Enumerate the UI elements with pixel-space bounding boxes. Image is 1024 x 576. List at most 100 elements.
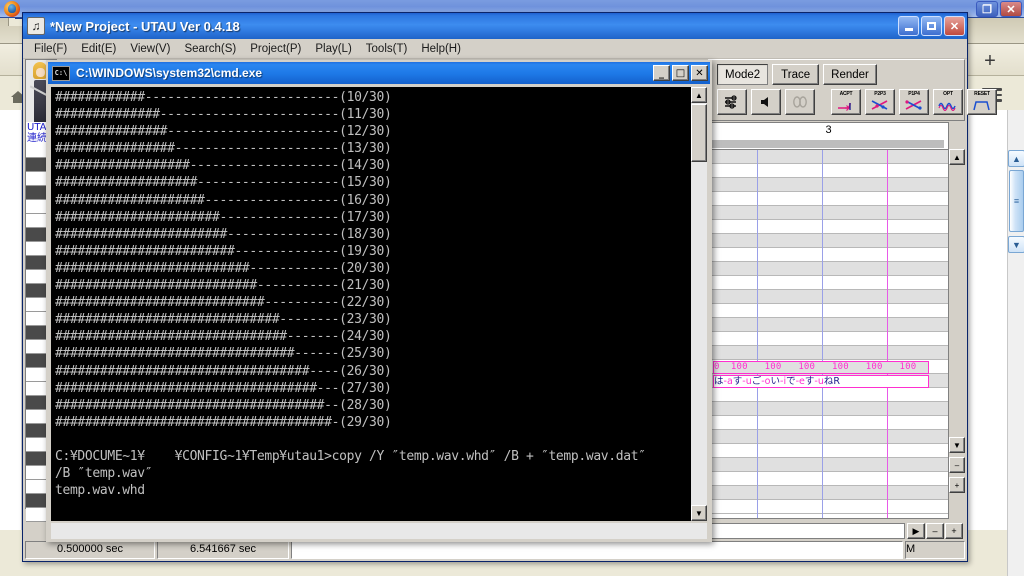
lyric-5: す <box>804 376 815 387</box>
measure-ruler[interactable]: 3 <box>708 122 949 139</box>
menu-help[interactable]: Help(H) <box>414 41 468 57</box>
utau-status-bar: 0.500000 sec 6.541667 sec M <box>25 541 965 559</box>
zoom-in-horizontal-button[interactable]: + <box>945 523 963 539</box>
utau-editor-panel: Mode2 Trace Render ACPT P2P3 P1P4 OPT RE… <box>708 59 997 561</box>
lyric-6: ね <box>823 376 834 387</box>
cmd-icon: C:\ <box>52 65 70 81</box>
ctrl-val-3: 100 <box>798 362 816 372</box>
cmd-close-button[interactable]: ✕ <box>691 65 708 81</box>
acpt-button[interactable]: ACPT <box>831 89 861 115</box>
cmd-window: C:\ C:\WINDOWS\system32\cmd.exe _ □ ✕ ##… <box>46 60 712 542</box>
browser-restore-button[interactable]: ❐ <box>976 1 998 17</box>
roll-scroll-right-button[interactable]: ▶ <box>907 523 925 539</box>
lyric-4: で <box>786 376 796 387</box>
tab-mode2[interactable]: Mode2 <box>717 64 769 85</box>
note-control-values[interactable]: 0 100 100 100 100 100 100 <box>713 361 929 374</box>
cmd-scroll-thumb[interactable] <box>691 104 707 162</box>
piano-roll-grid[interactable]: 0 100 100 100 100 100 100 は-aす-uご-oい-iで-… <box>708 149 949 519</box>
opt-button[interactable]: OPT <box>933 89 963 115</box>
editor-tool-buttons: ACPT P2P3 P1P4 OPT RESET <box>717 89 997 115</box>
new-tab-button[interactable]: + <box>980 51 1000 72</box>
menu-search[interactable]: Search(S) <box>177 41 243 57</box>
cmd-maximize-button[interactable]: □ <box>672 65 689 81</box>
lyric-2: ご <box>751 376 762 387</box>
lyric-1: す <box>732 376 743 387</box>
menu-view[interactable]: View(V) <box>123 41 177 57</box>
lyric-7: R <box>833 376 840 387</box>
roll-horizontal-scroll-track[interactable] <box>708 523 905 539</box>
utau-maximize-button[interactable] <box>921 16 942 36</box>
tab-trace[interactable]: Trace <box>772 64 820 85</box>
editor-toolbar: Mode2 Trace Render ACPT P2P3 P1P4 OPT RE… <box>708 59 997 121</box>
menu-play[interactable]: Play(L) <box>308 41 358 57</box>
utau-window-buttons: ✕ <box>898 16 965 36</box>
ctrl-val-1: 100 <box>730 362 748 372</box>
envelope-button[interactable] <box>717 89 747 115</box>
reset-button[interactable]: RESET <box>967 89 997 115</box>
zoom-out-vertical-button[interactable]: – <box>949 457 965 473</box>
roll-bottom-controls: ▶ – + <box>708 521 965 541</box>
vibrato-button[interactable] <box>785 89 815 115</box>
firefox-logo-icon <box>4 1 20 17</box>
p2p3-button-label: P2P3 <box>874 91 886 97</box>
p1p4-button[interactable]: P1P4 <box>899 89 929 115</box>
cmd-horizontal-scrollbar[interactable] <box>51 523 707 539</box>
utau-minimize-button[interactable] <box>898 16 919 36</box>
cmd-vertical-scrollbar[interactable]: ▲ ▼ <box>691 87 707 521</box>
ctrl-val-5: 100 <box>865 362 883 372</box>
cmd-console-output[interactable]: ############--------------------------(1… <box>51 87 691 521</box>
cmd-minimize-button[interactable]: _ <box>653 65 670 81</box>
utau-menu-bar: File(F) Edit(E) View(V) Search(S) Projec… <box>23 39 967 59</box>
grid-line <box>822 150 823 518</box>
ctrl-val-6: 100 <box>899 362 917 372</box>
menu-edit[interactable]: Edit(E) <box>74 41 123 57</box>
browser-scroll-down-button[interactable]: ▼ <box>1008 236 1024 253</box>
bar-line <box>887 150 888 518</box>
cmd-title-bar[interactable]: C:\ C:\WINDOWS\system32\cmd.exe _ □ ✕ <box>48 62 710 84</box>
grid-line <box>757 150 758 518</box>
browser-scroll-thumb[interactable]: ≡ <box>1009 170 1024 232</box>
lyric-suffix-0: -a <box>723 376 733 387</box>
menu-project[interactable]: Project(P) <box>243 41 308 57</box>
zoom-in-vertical-button[interactable]: + <box>949 477 965 493</box>
lyric-3: い <box>770 376 781 387</box>
browser-close-button[interactable]: ✕ <box>1000 1 1022 17</box>
screen-root: ft ft + Ar ❐ ✕ ▲ ≡ ▼ ♫ <box>0 0 1024 576</box>
roll-vertical-scrollbar[interactable]: ▲ ▼ – + <box>949 149 965 519</box>
status-message <box>291 541 903 559</box>
p2p3-button[interactable]: P2P3 <box>865 89 895 115</box>
opt-button-label: OPT <box>943 91 953 97</box>
browser-scroll-up-button[interactable]: ▲ <box>1008 150 1024 167</box>
lyric-suffix-2: -o <box>761 376 771 387</box>
utau-title-text: *New Project - UTAU Ver 0.4.18 <box>50 18 240 34</box>
note-lyrics-row[interactable]: は-aす-uご-oい-iで-eす-uねR <box>713 375 929 388</box>
ctrl-val-2: 100 <box>764 362 782 372</box>
p1p4-button-label: P1P4 <box>908 91 920 97</box>
music-note-icon: ♫ <box>27 17 45 35</box>
mute-speaker-button[interactable] <box>751 89 781 115</box>
tab-render[interactable]: Render <box>823 64 877 85</box>
status-position: 0.500000 sec <box>25 541 155 559</box>
utau-title-bar[interactable]: ♫ *New Project - UTAU Ver 0.4.18 ✕ <box>23 13 967 39</box>
browser-left-column <box>0 110 22 530</box>
browser-window-buttons: ❐ ✕ <box>976 1 1022 17</box>
cmd-window-buttons: _ □ ✕ <box>653 65 708 81</box>
menu-tools[interactable]: Tools(T) <box>359 41 415 57</box>
zoom-out-horizontal-button[interactable]: – <box>926 523 944 539</box>
browser-vertical-scrollbar[interactable]: ▲ ≡ ▼ <box>1007 110 1024 576</box>
roll-scroll-up-button[interactable]: ▲ <box>949 149 965 165</box>
menu-file[interactable]: File(F) <box>27 41 74 57</box>
lyric-suffix-4: -e <box>795 376 805 387</box>
utau-close-button[interactable]: ✕ <box>944 16 965 36</box>
measure-number: 3 <box>825 124 832 136</box>
cmd-title-text: C:\WINDOWS\system32\cmd.exe <box>76 66 263 80</box>
reset-button-label: RESET <box>974 91 990 97</box>
lyric-0: は <box>714 376 724 387</box>
cmd-scroll-down-button[interactable]: ▼ <box>691 505 707 521</box>
cmd-scroll-up-button[interactable]: ▲ <box>691 87 707 103</box>
status-length: 6.541667 sec <box>157 541 289 559</box>
acpt-button-label: ACPT <box>839 91 853 97</box>
ruler-range-bar[interactable] <box>708 139 949 149</box>
roll-scroll-down-button[interactable]: ▼ <box>949 437 965 453</box>
ctrl-val-0: 0 <box>714 362 720 372</box>
